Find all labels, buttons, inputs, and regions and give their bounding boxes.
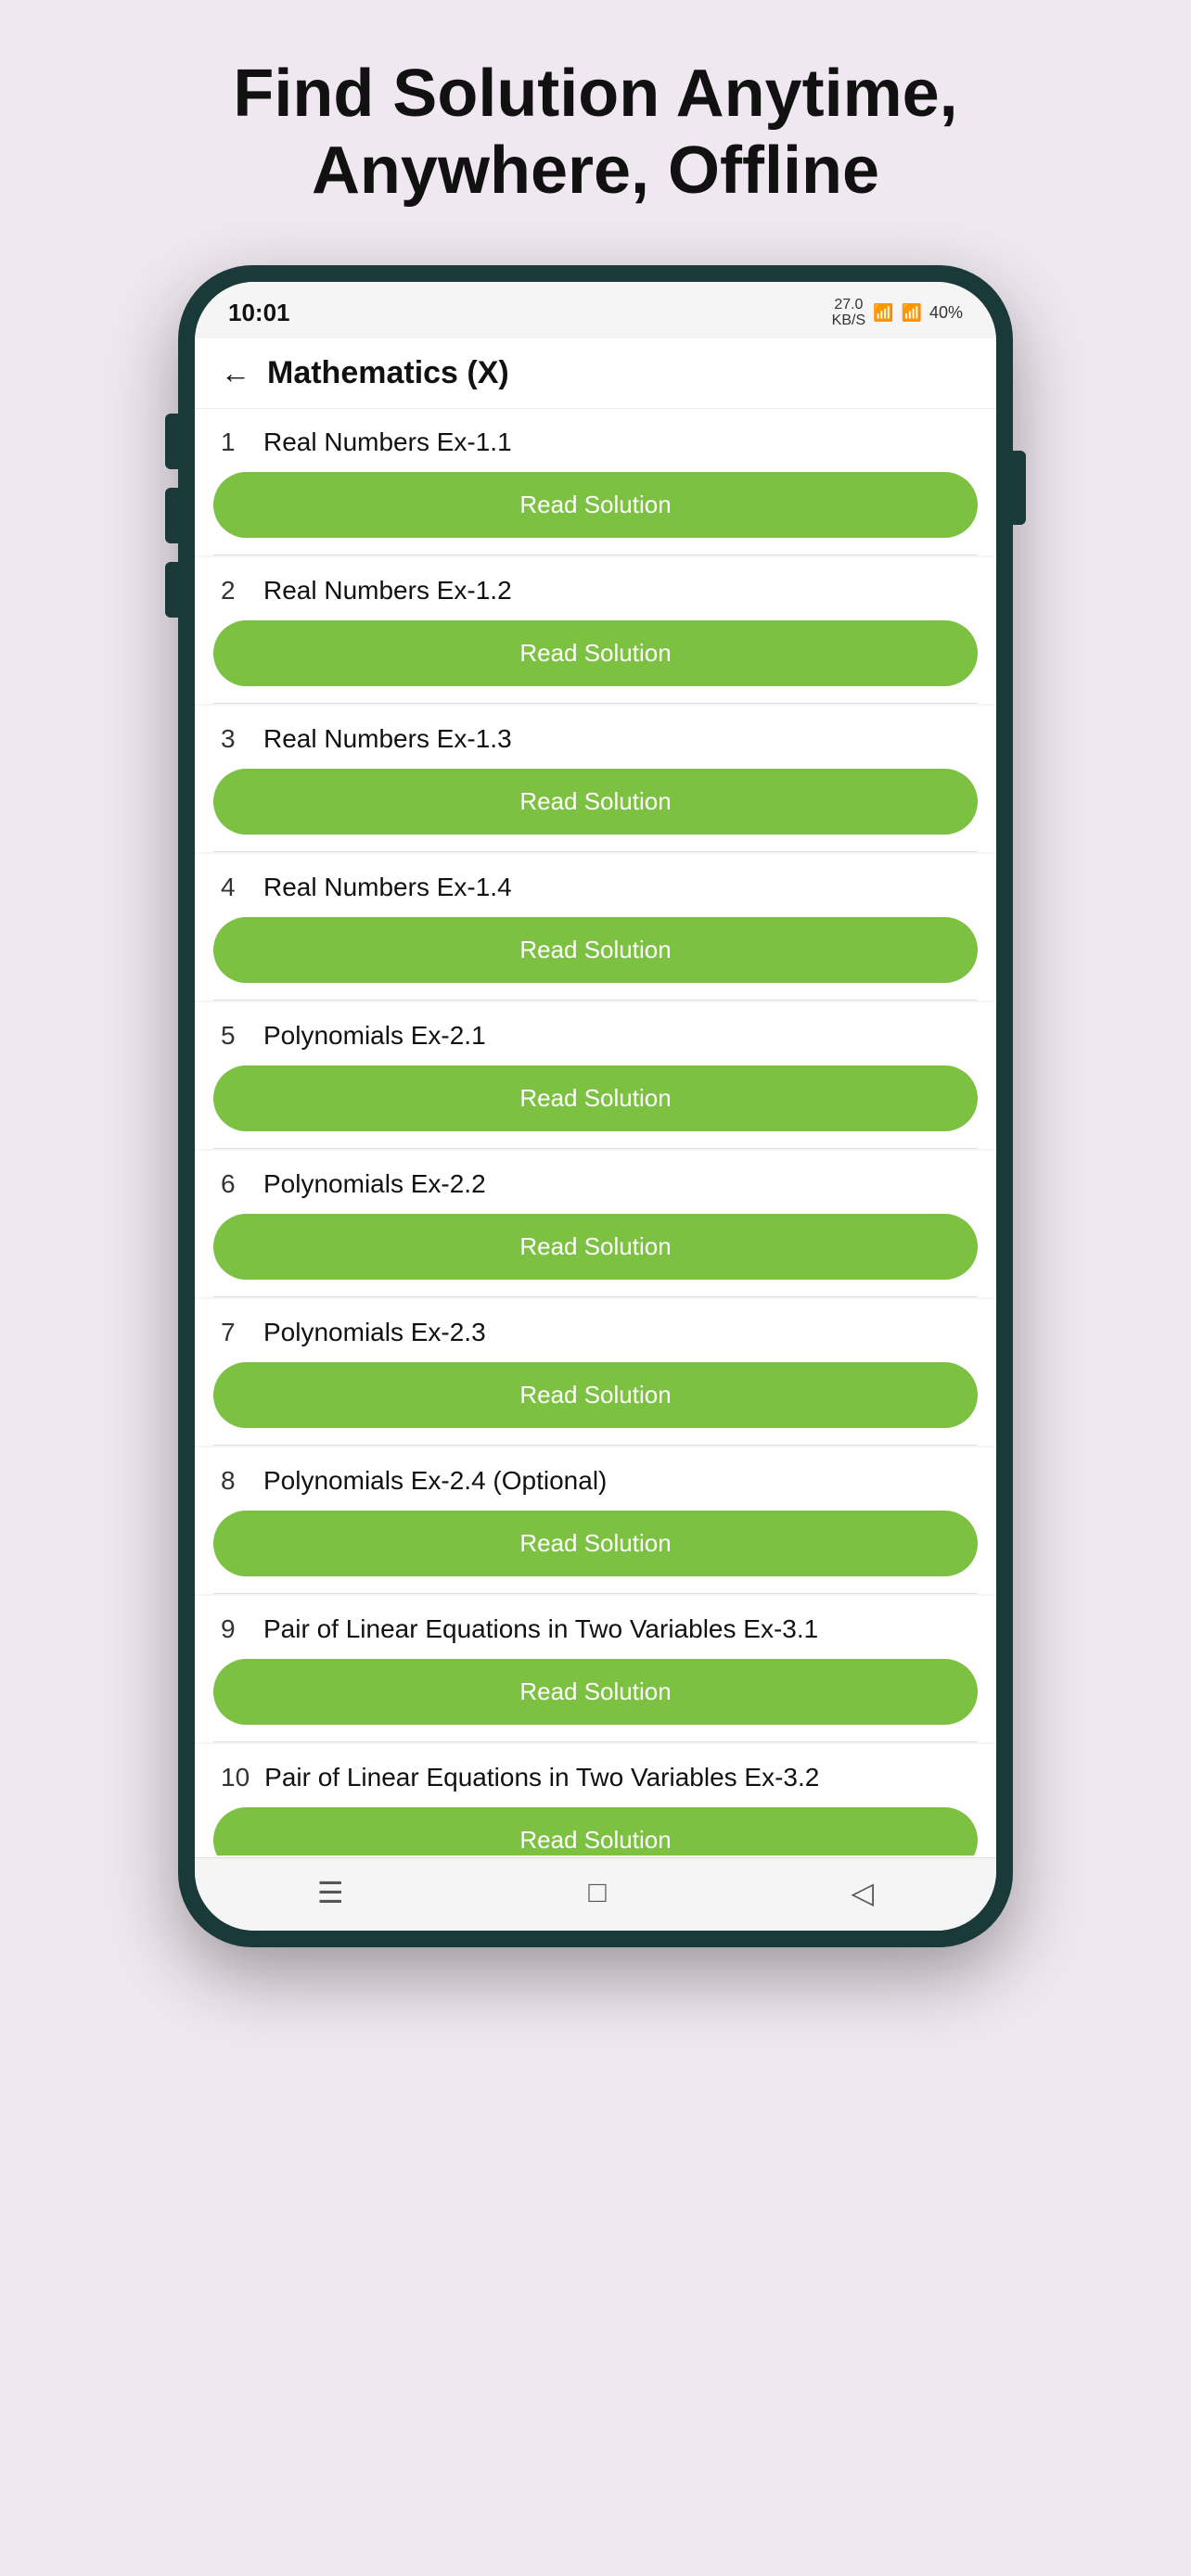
read-solution-button[interactable]: Read Solution xyxy=(213,1659,978,1725)
read-solution-button[interactable]: Read Solution xyxy=(213,1214,978,1280)
item-number: 7 xyxy=(221,1318,249,1347)
divider xyxy=(213,703,978,704)
back-nav-icon[interactable]: ◁ xyxy=(851,1875,874,1910)
list-item: 3 Real Numbers Ex-1.3 Read Solution xyxy=(195,706,996,852)
divider xyxy=(213,1000,978,1001)
list-item: 7 Polynomials Ex-2.3 Read Solution xyxy=(195,1299,996,1446)
list-item: 4 Real Numbers Ex-1.4 Read Solution xyxy=(195,854,996,1001)
item-number: 2 xyxy=(221,576,249,606)
item-title: Polynomials Ex-2.3 xyxy=(263,1318,486,1347)
item-title: Real Numbers Ex-1.2 xyxy=(263,576,512,606)
item-number: 10 xyxy=(221,1763,250,1792)
item-title: Polynomials Ex-2.2 xyxy=(263,1169,486,1199)
list-item: 10 Pair of Linear Equations in Two Varia… xyxy=(195,1744,996,1855)
phone-frame: 10:01 27.0KB/S 📶 📶 40% ← Mathematics (X)… xyxy=(178,265,1013,1947)
list-item: 6 Polynomials Ex-2.2 Read Solution xyxy=(195,1151,996,1297)
divider xyxy=(213,1296,978,1297)
item-title: Pair of Linear Equations in Two Variable… xyxy=(264,1763,819,1792)
item-header: 2 Real Numbers Ex-1.2 xyxy=(195,557,996,613)
divider xyxy=(213,1593,978,1594)
read-solution-button[interactable]: Read Solution xyxy=(213,1362,978,1428)
item-header: 9 Pair of Linear Equations in Two Variab… xyxy=(195,1596,996,1651)
item-header: 8 Polynomials Ex-2.4 (Optional) xyxy=(195,1447,996,1503)
item-number: 1 xyxy=(221,427,249,457)
app-header: ← Mathematics (X) xyxy=(195,338,996,409)
divider xyxy=(213,851,978,852)
divider xyxy=(213,1741,978,1742)
battery-level: 40% xyxy=(929,303,963,323)
item-number: 9 xyxy=(221,1614,249,1644)
screen-title: Mathematics (X) xyxy=(267,355,509,391)
exercise-list: 1 Real Numbers Ex-1.1 Read Solution 2 Re… xyxy=(195,409,996,1855)
read-solution-button[interactable]: Read Solution xyxy=(213,917,978,983)
item-title: Real Numbers Ex-1.3 xyxy=(263,724,512,754)
item-title: Pair of Linear Equations in Two Variable… xyxy=(263,1614,818,1644)
status-time: 10:01 xyxy=(228,299,290,327)
phone-screen: 10:01 27.0KB/S 📶 📶 40% ← Mathematics (X)… xyxy=(195,282,996,1931)
list-item: 9 Pair of Linear Equations in Two Variab… xyxy=(195,1596,996,1742)
item-header: 5 Polynomials Ex-2.1 xyxy=(195,1002,996,1058)
item-number: 4 xyxy=(221,873,249,902)
status-icons: 27.0KB/S 📶 📶 40% xyxy=(832,297,963,329)
item-header: 6 Polynomials Ex-2.2 xyxy=(195,1151,996,1206)
data-speed: 27.0KB/S xyxy=(832,297,865,329)
read-solution-button[interactable]: Read Solution xyxy=(213,1807,978,1855)
read-solution-button[interactable]: Read Solution xyxy=(213,769,978,835)
item-header: 7 Polynomials Ex-2.3 xyxy=(195,1299,996,1355)
read-solution-button[interactable]: Read Solution xyxy=(213,472,978,538)
nav-bar: ☰ □ ◁ xyxy=(195,1857,996,1931)
read-solution-button[interactable]: Read Solution xyxy=(213,1511,978,1576)
item-header: 1 Real Numbers Ex-1.1 xyxy=(195,409,996,465)
item-header: 10 Pair of Linear Equations in Two Varia… xyxy=(195,1744,996,1800)
item-title: Polynomials Ex-2.4 (Optional) xyxy=(263,1466,607,1496)
divider xyxy=(213,1445,978,1446)
list-item: 1 Real Numbers Ex-1.1 Read Solution xyxy=(195,409,996,555)
item-header: 4 Real Numbers Ex-1.4 xyxy=(195,854,996,910)
item-header: 3 Real Numbers Ex-1.3 xyxy=(195,706,996,761)
divider xyxy=(213,1148,978,1149)
item-number: 3 xyxy=(221,724,249,754)
back-button[interactable]: ← xyxy=(221,356,250,390)
item-number: 8 xyxy=(221,1466,249,1496)
item-title: Real Numbers Ex-1.1 xyxy=(263,427,512,457)
signal-icon: 📶 xyxy=(902,303,922,323)
list-item: 2 Real Numbers Ex-1.2 Read Solution xyxy=(195,557,996,704)
item-number: 6 xyxy=(221,1169,249,1199)
menu-icon[interactable]: ☰ xyxy=(317,1875,344,1910)
page-title: Find Solution Anytime, Anywhere, Offline xyxy=(159,56,1031,210)
item-number: 5 xyxy=(221,1021,249,1051)
list-item: 5 Polynomials Ex-2.1 Read Solution xyxy=(195,1002,996,1149)
list-item: 8 Polynomials Ex-2.4 (Optional) Read Sol… xyxy=(195,1447,996,1594)
item-title: Real Numbers Ex-1.4 xyxy=(263,873,512,902)
read-solution-button[interactable]: Read Solution xyxy=(213,1065,978,1131)
status-bar: 10:01 27.0KB/S 📶 📶 40% xyxy=(195,282,996,338)
home-icon[interactable]: □ xyxy=(588,1875,606,1909)
wifi-icon: 📶 xyxy=(873,303,893,323)
item-title: Polynomials Ex-2.1 xyxy=(263,1021,486,1051)
read-solution-button[interactable]: Read Solution xyxy=(213,620,978,686)
